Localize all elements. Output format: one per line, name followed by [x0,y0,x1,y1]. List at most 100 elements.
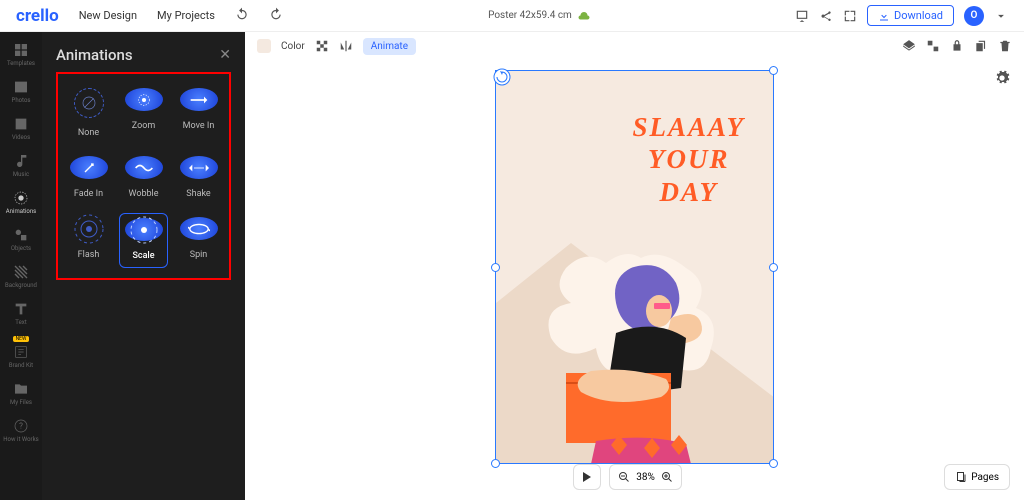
pages-icon [955,471,967,483]
animate-button[interactable]: Animate [363,38,416,55]
text-icon [13,301,29,317]
rotate-handle[interactable] [493,68,511,86]
zoom-in-icon[interactable] [661,471,673,483]
wobble-icon [125,156,163,179]
resize-handle-mr[interactable] [769,263,778,272]
play-button[interactable] [573,464,601,490]
myfiles-icon [13,381,29,397]
lock-icon[interactable] [950,39,964,53]
nav-my-projects[interactable]: My Projects [157,9,215,22]
bottom-controls: 38% Pages [245,464,1010,490]
undo-button[interactable] [235,6,249,25]
color-swatch[interactable] [257,39,271,53]
anim-zoom[interactable]: Zoom [119,84,168,144]
sidebar-item-music[interactable]: Music [0,149,42,182]
sidebar-item-label: Videos [12,134,30,141]
sidebar-item-howit[interactable]: ? How it Works [0,414,42,447]
sidebar-item-label: Background [5,282,37,289]
page-settings-button[interactable] [994,70,1010,90]
sidebar-item-objects[interactable]: Objects [0,223,42,256]
pages-label: Pages [971,472,999,483]
anim-label: Fade In [74,189,103,199]
resize-handle-ml[interactable] [491,263,500,272]
resize-icon[interactable] [843,9,857,23]
new-badge: NEW [13,336,30,342]
redo-button[interactable] [269,6,283,25]
anim-wobble[interactable]: Wobble [119,152,168,205]
present-icon[interactable] [795,9,809,23]
sidebar-item-label: Music [13,171,29,178]
none-icon [74,88,104,118]
sidebar-item-templates[interactable]: Templates [0,38,42,71]
logo[interactable]: crello [16,6,59,26]
doc-title: Poster 42x59.4 cm [488,10,572,21]
anim-label: Move In [183,121,215,131]
sidebar-item-text[interactable]: Text [0,297,42,330]
cloud-synced-icon [578,10,590,22]
zoom-controls[interactable]: 38% [609,464,682,490]
anim-flash[interactable]: Flash [64,213,113,268]
anim-spin[interactable]: Spin [174,213,223,268]
sidebar-item-label: My Files [10,399,32,406]
sidebar-item-background[interactable]: Background [0,260,42,293]
objects-icon [13,227,29,243]
anim-label: Flash [78,250,100,260]
animations-icon [13,190,29,206]
avatar[interactable]: O [964,6,984,26]
group-icon[interactable] [926,39,940,53]
layers-icon[interactable] [902,39,916,53]
anim-label: Scale [132,251,154,261]
sidebar-item-myfiles[interactable]: My Files [0,377,42,410]
poster: SLAAAY YOUR DAY [496,71,773,463]
anim-scale[interactable]: Scale [119,213,168,268]
templates-icon [13,42,29,58]
sidebar-item-label: Animations [6,208,36,215]
sidebar-item-videos[interactable]: Videos [0,112,42,145]
download-button[interactable]: Download [867,5,954,26]
background-icon [13,264,29,280]
pages-button[interactable]: Pages [944,464,1010,490]
sidebar-item-photos[interactable]: Photos [0,75,42,108]
poster-text: SLAAAY YOUR DAY [632,111,745,208]
flash-icon [70,217,108,240]
color-label[interactable]: Color [281,41,305,52]
zoom-value: 38% [636,472,655,483]
resize-handle-tr[interactable] [769,66,778,75]
sidebar-item-label: Brand Kit [9,362,33,369]
zoom-out-icon[interactable] [618,471,630,483]
photos-icon [13,79,29,95]
fadein-icon [70,156,108,179]
videos-icon [13,116,29,132]
left-rail: Templates Photos Videos Music Animations… [0,32,42,500]
sidebar-item-label: Objects [11,245,31,252]
flip-icon[interactable] [339,39,353,53]
canvas[interactable]: SLAAAY YOUR DAY [245,60,1024,500]
chevron-down-icon[interactable] [994,9,1008,23]
panel-title: Animations [56,46,133,64]
poster-line2: YOUR [632,143,745,175]
svg-text:?: ? [19,422,23,431]
transparency-icon[interactable] [315,39,329,53]
poster-line1: SLAAAY [632,111,745,143]
close-icon[interactable]: ✕ [219,47,231,63]
nav-new-design[interactable]: New Design [79,9,137,22]
anim-none[interactable]: None [64,84,113,144]
scale-icon [125,218,163,241]
anim-fadein[interactable]: Fade In [64,152,113,205]
poster-selection[interactable]: SLAAAY YOUR DAY [495,70,774,464]
anim-label: Shake [186,189,210,199]
delete-icon[interactable] [998,39,1012,53]
sidebar-item-label: Text [15,319,26,326]
copy-icon[interactable] [974,39,988,53]
movein-icon [180,88,218,111]
sidebar-item-animations[interactable]: Animations [0,186,42,219]
sidebar-item-label: How it Works [3,436,38,443]
topbar: crello New Design My Projects Poster 42x… [0,0,1024,32]
anim-movein[interactable]: Move In [174,84,223,144]
sidebar-item-label: Templates [7,60,35,67]
anim-shake[interactable]: Shake [174,152,223,205]
sidebar-item-brandkit[interactable]: NEW Brand Kit [0,334,42,373]
anim-label: None [78,128,99,138]
share-icon[interactable] [819,9,833,23]
anim-label: Spin [190,250,208,260]
